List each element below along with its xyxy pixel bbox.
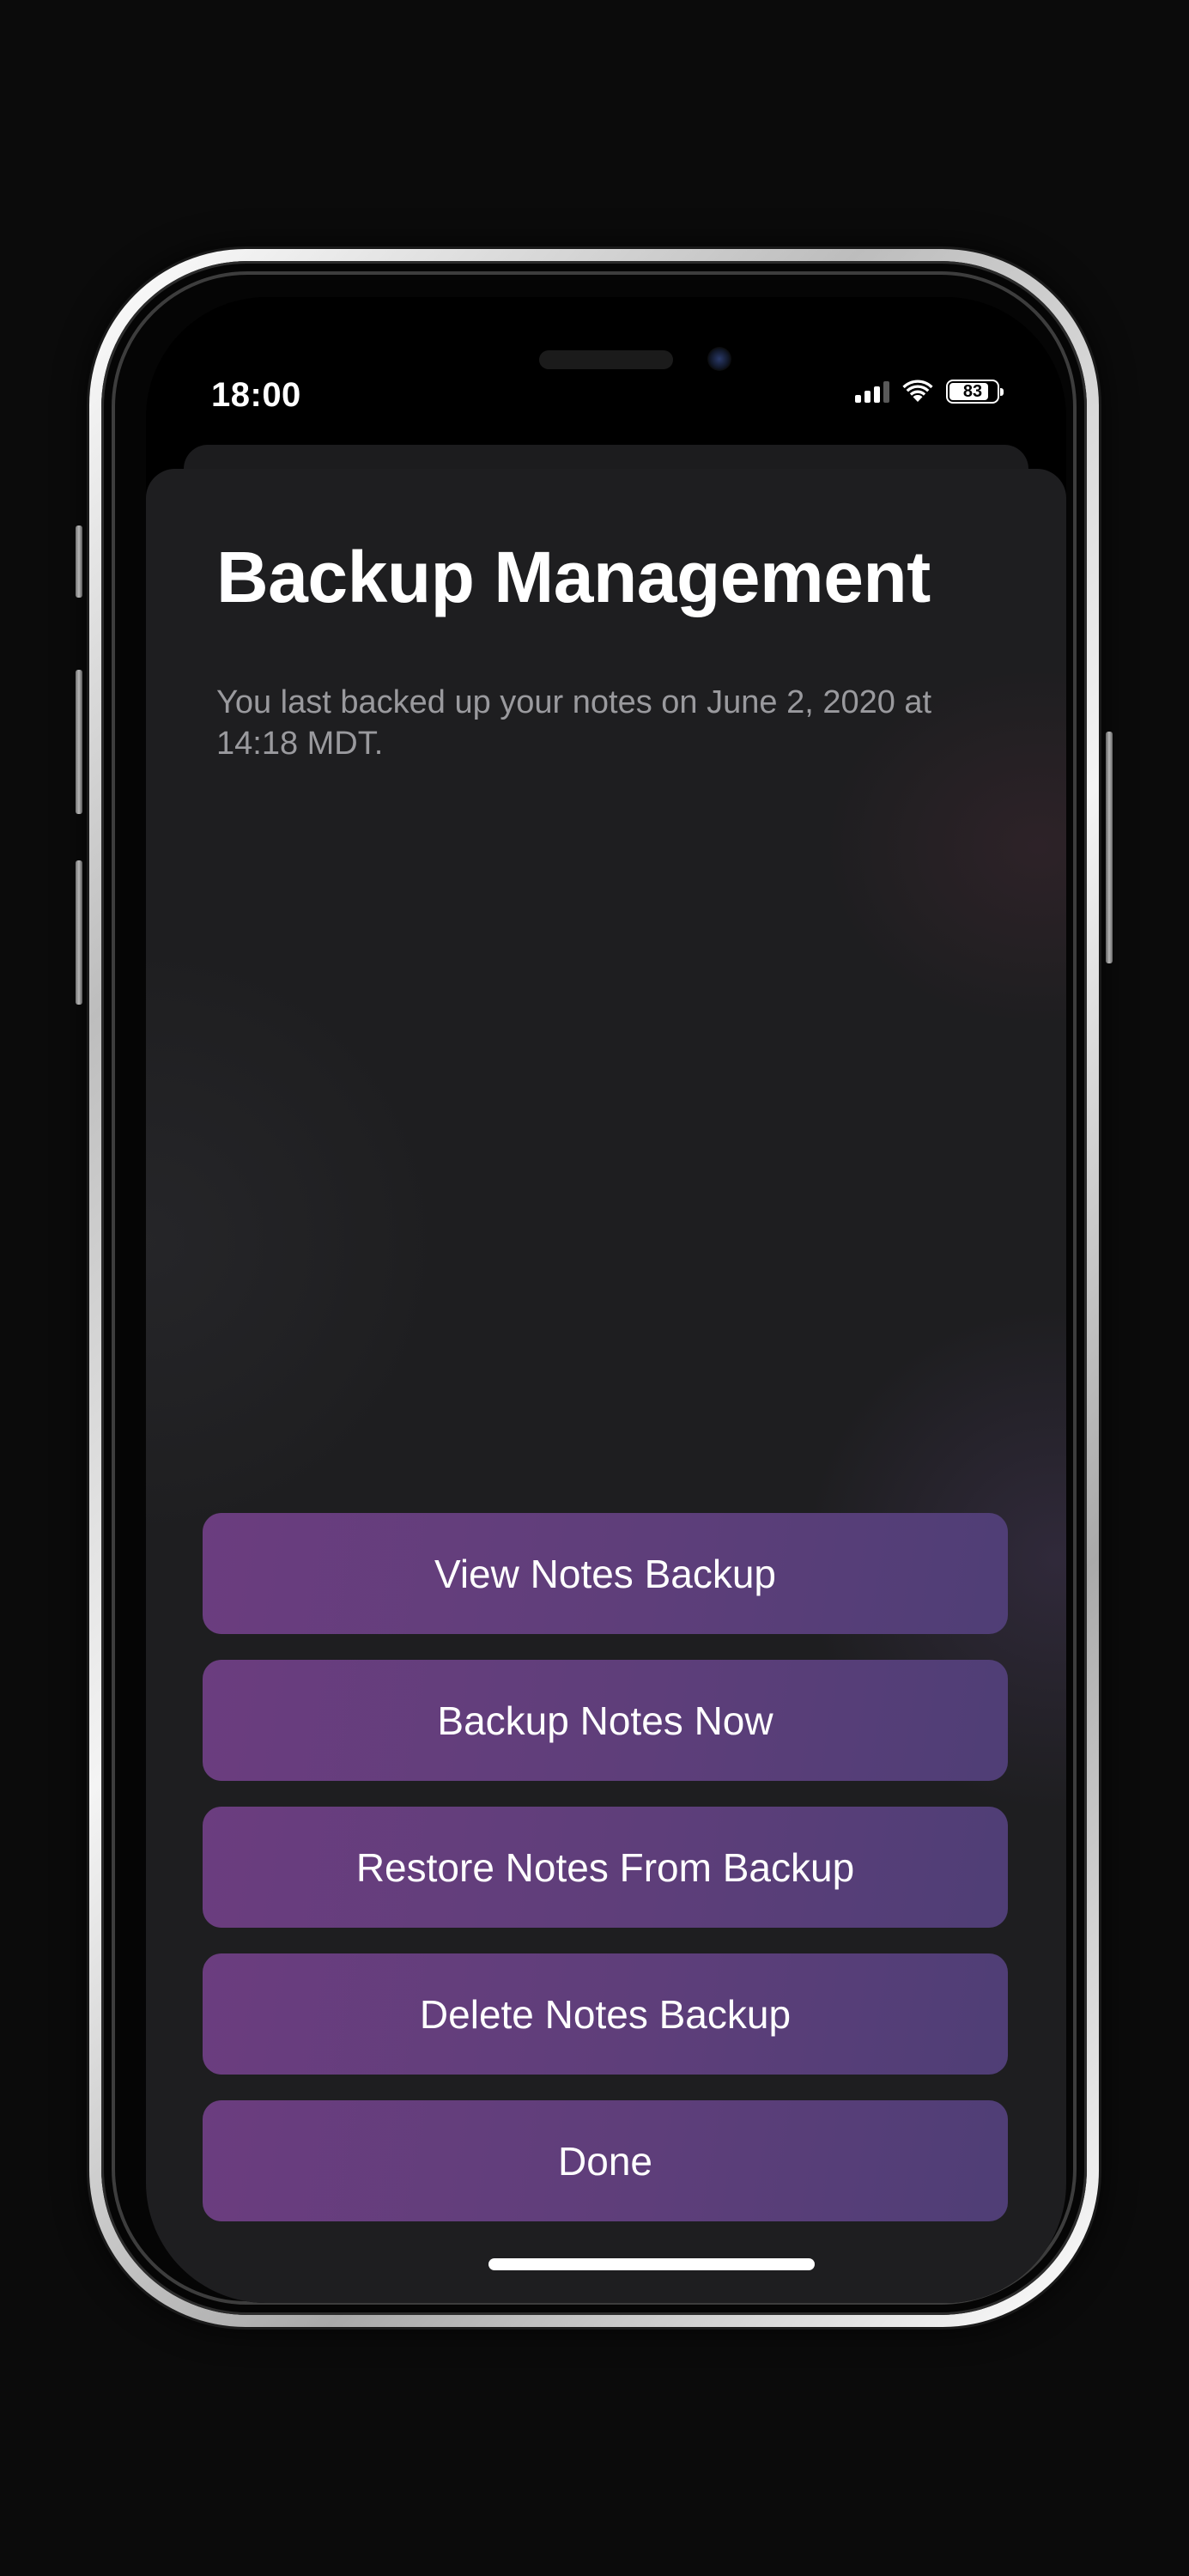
- earpiece-speaker: [539, 350, 673, 369]
- action-buttons: View Notes Backup Backup Notes Now Resto…: [203, 1513, 1008, 2221]
- status-time: 18:00: [211, 376, 301, 414]
- done-button[interactable]: Done: [203, 2100, 1008, 2221]
- delete-notes-backup-button[interactable]: Delete Notes Backup: [203, 1953, 1008, 2075]
- page-title: Backup Management: [216, 537, 931, 617]
- status-icons: 83: [855, 380, 1004, 404]
- front-camera-icon: [707, 347, 731, 371]
- view-notes-backup-button[interactable]: View Notes Backup: [203, 1513, 1008, 1634]
- restore-notes-from-backup-button[interactable]: Restore Notes From Backup: [203, 1807, 1008, 1928]
- cellular-signal-icon: [855, 380, 889, 403]
- backup-management-sheet: Backup Management You last backed up you…: [146, 469, 1066, 2303]
- home-indicator[interactable]: [488, 2258, 815, 2270]
- phone-screen: 18:00 83 Backup Management You last back…: [146, 297, 1066, 2303]
- phone-bezel: 18:00 83 Backup Management You last back…: [101, 261, 1087, 2315]
- power-button: [1106, 732, 1113, 963]
- battery-level: 83: [962, 381, 983, 401]
- phone-frame: 18:00 83 Backup Management You last back…: [89, 249, 1099, 2327]
- volume-down-button: [76, 860, 82, 1005]
- volume-up-button: [76, 670, 82, 814]
- last-backup-description: You last backed up your notes on June 2,…: [216, 684, 932, 762]
- battery-icon: 83: [946, 380, 1004, 404]
- backup-notes-now-button[interactable]: Backup Notes Now: [203, 1660, 1008, 1781]
- wifi-icon: [902, 380, 933, 402]
- mute-switch: [76, 526, 82, 598]
